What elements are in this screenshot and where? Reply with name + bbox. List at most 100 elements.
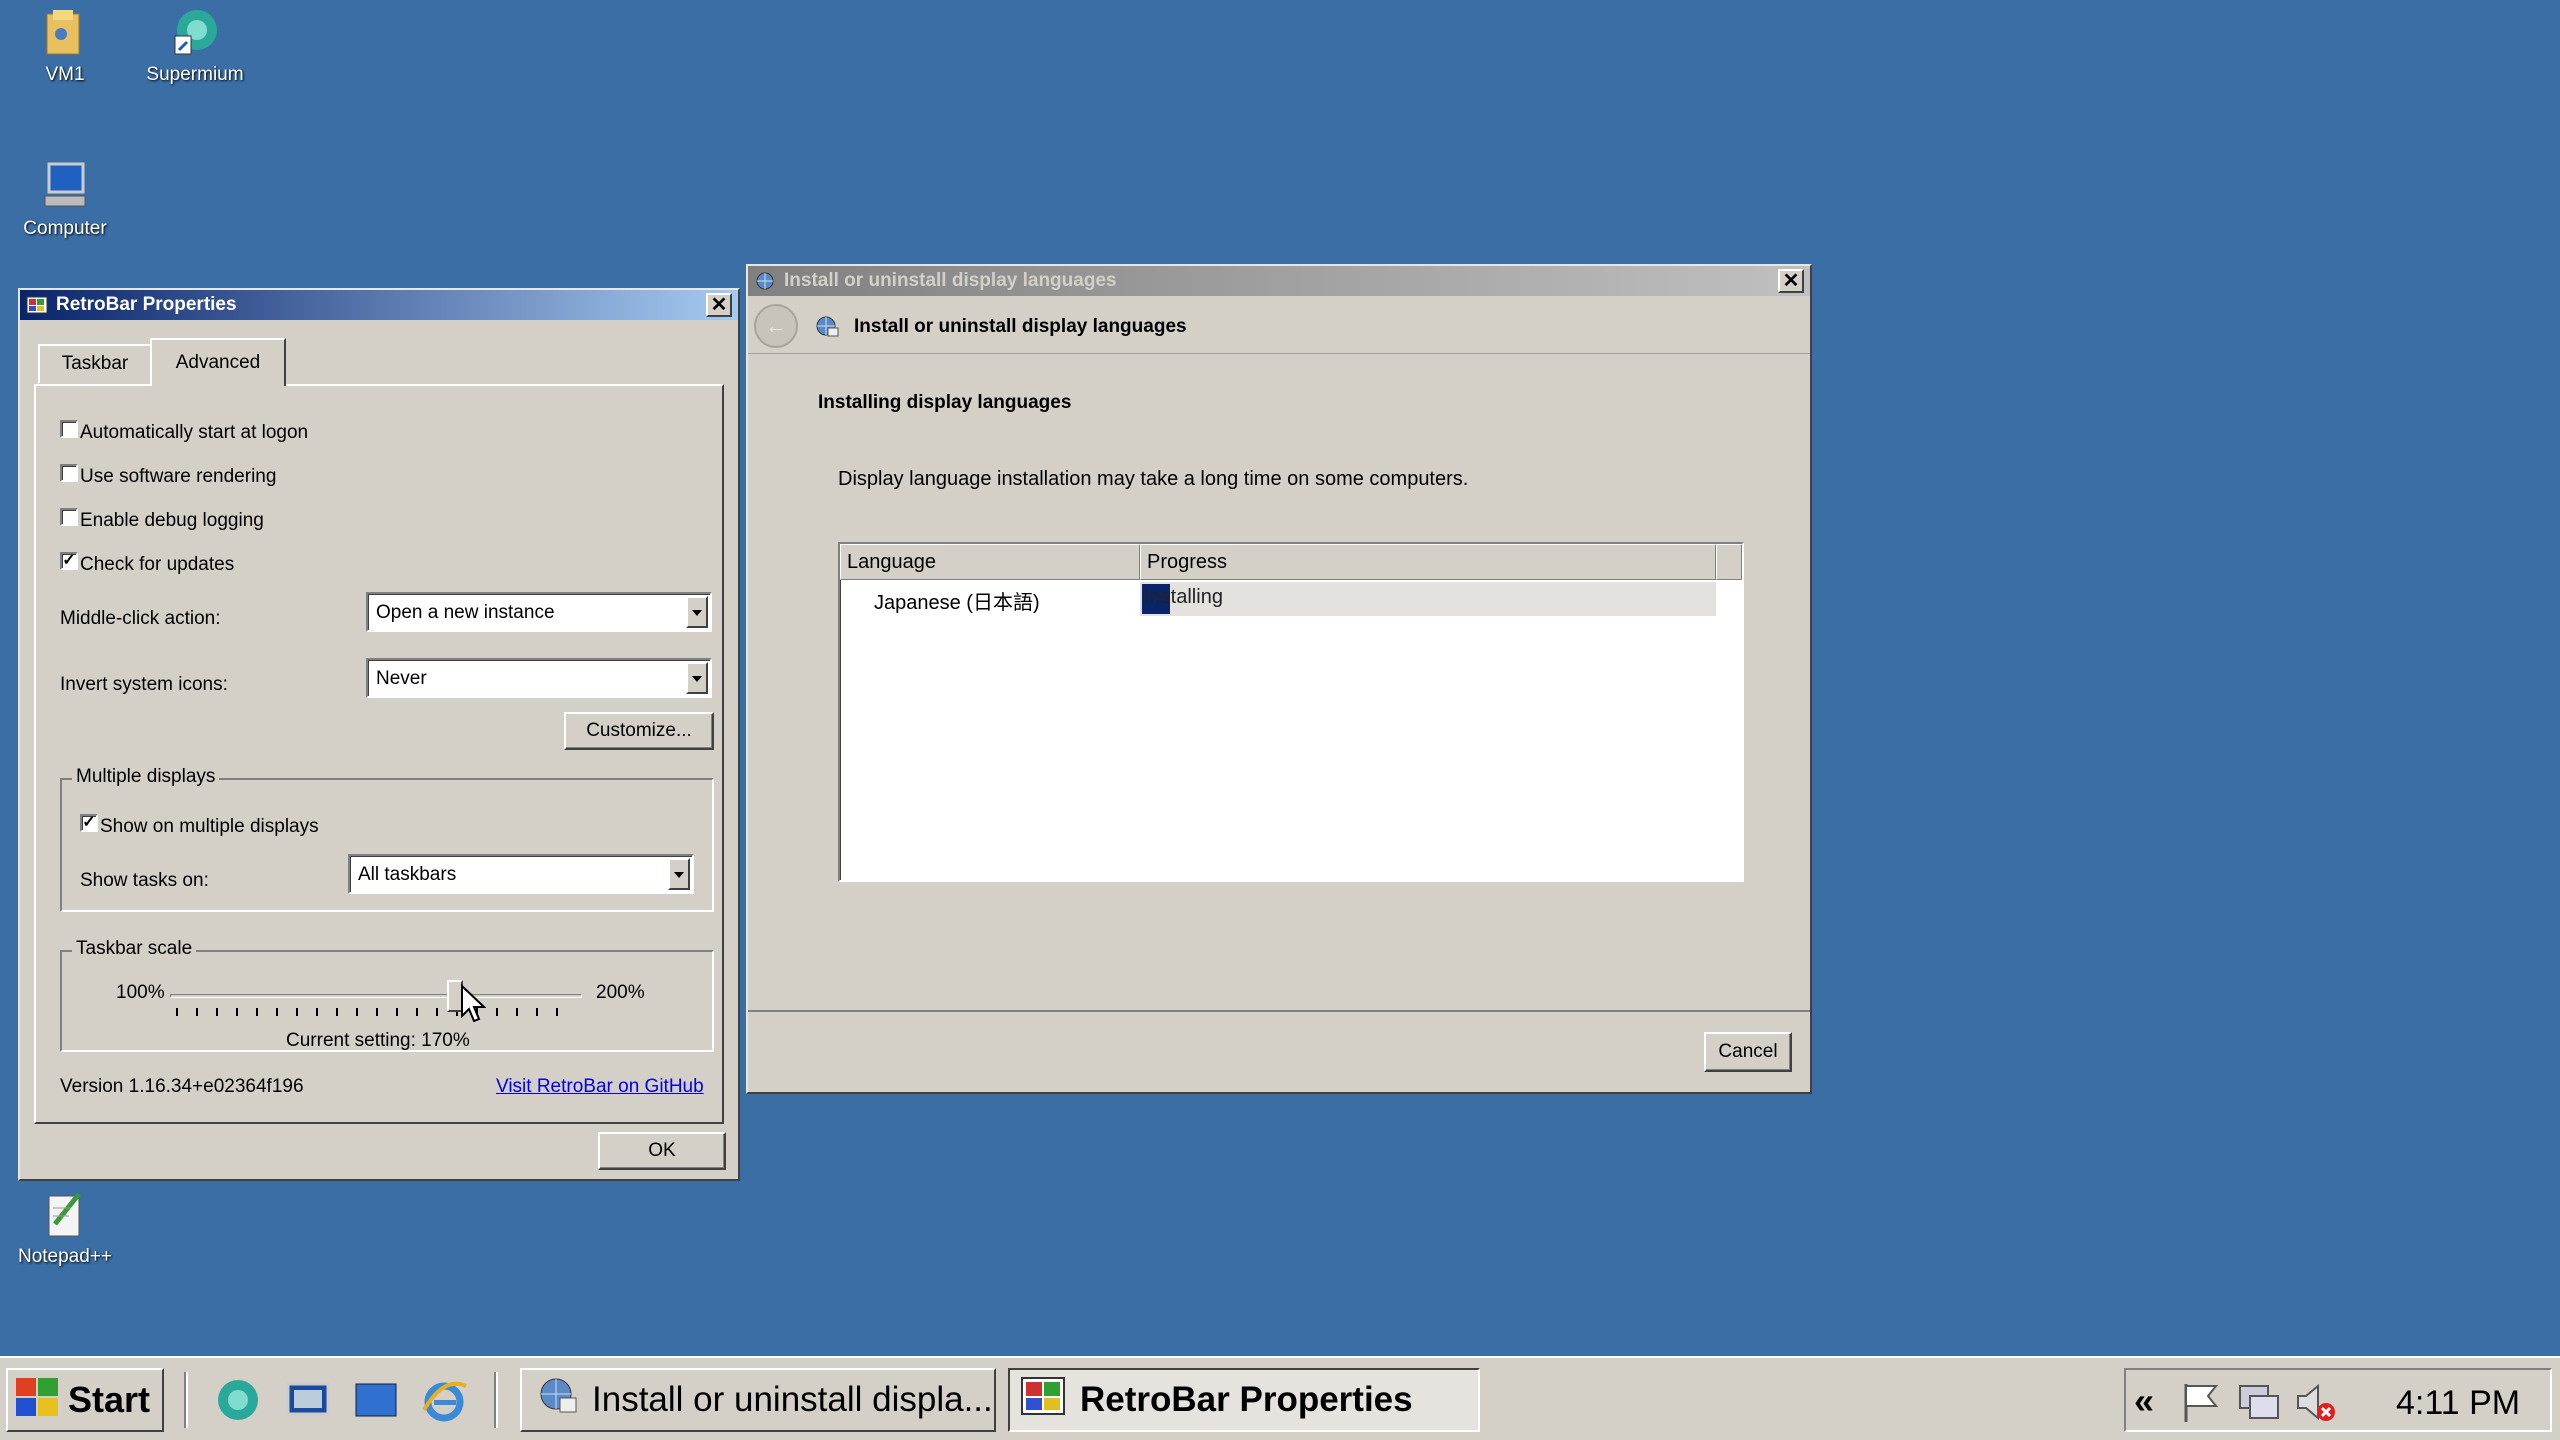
group-title: Taskbar scale [72,938,197,960]
tab-taskbar[interactable]: Taskbar [38,344,152,384]
back-button[interactable]: ← [754,304,798,348]
taskbar-separator [494,1372,498,1428]
invert-icons-select[interactable]: Never [366,658,712,698]
show-multiple-displays-label: Show on multiple displays [100,816,319,837]
retrobar-properties-window: RetroBar Properties ✕ Taskbar Advanced A… [18,288,740,1181]
header-title: Install or uninstall display languages [854,316,1187,337]
desktop-icon-label: Supermium [146,64,244,85]
task-button-languages[interactable]: Install or uninstall displa... [520,1368,996,1432]
scale-min-label: 100% [116,982,165,1003]
internet-explorer-icon [420,1381,468,1429]
language-list[interactable]: Language Progress Japanese (日本語) Install… [838,542,1744,882]
tab-advanced[interactable]: Advanced [150,338,286,386]
progress-text: Installing [1144,586,1223,608]
tab-panel: Automatically start at logon Use softwar… [34,384,724,1124]
table-row[interactable]: Japanese (日本語) Installing [840,582,1716,616]
browser-icon [169,6,221,58]
start-button[interactable]: Start [6,1368,164,1432]
title-bar[interactable]: Install or uninstall display languages ✕ [748,266,1810,296]
close-button[interactable]: ✕ [706,293,732,317]
invert-icons-label: Invert system icons: [60,674,228,695]
language-cell: Japanese (日本語) [874,592,1040,614]
checkmark-icon: ✓ [62,552,76,569]
check-updates-checkbox[interactable]: ✓ [60,552,78,570]
slider-ticks [176,1008,576,1016]
retrobar-icon [26,295,48,315]
ok-button[interactable]: OK [598,1132,726,1170]
autostart-label: Automatically start at logon [80,422,309,443]
taskbar-separator [184,1372,188,1428]
customize-button[interactable]: Customize... [564,712,714,750]
desktop-icon-computer[interactable]: Computer [0,160,130,240]
column-header-language[interactable]: Language [840,544,1140,580]
dialog-header: ← Install or uninstall display languages [748,298,1810,354]
page-description: Display language installation may take a… [838,468,1469,490]
retrobar-icon [1020,1376,1066,1425]
windows-logo-icon [14,1374,62,1427]
column-header-progress[interactable]: Progress [1140,544,1716,580]
task-button-retrobar[interactable]: RetroBar Properties [1008,1368,1480,1432]
system-tray: « 4:11 PM [2124,1368,2552,1432]
middle-click-label: Middle-click action: [60,608,221,629]
window-title: Install or uninstall display languages [784,270,1117,291]
checkmark-icon: ✓ [82,814,96,831]
show-multiple-displays-checkbox[interactable]: ✓ [80,814,98,832]
folder-icon [39,6,91,58]
close-icon: ✕ [710,294,728,316]
close-icon: ✕ [1782,270,1800,292]
notepad-icon [39,1188,91,1240]
tray-expand-button[interactable]: « [2134,1380,2154,1422]
window-switcher-icon [352,1383,400,1429]
software-rendering-checkbox[interactable] [60,464,78,482]
show-tasks-on-label: Show tasks on: [80,870,209,891]
globe-icon [538,1376,578,1425]
slider-track [170,994,582,998]
desktop-icon-notepadpp[interactable]: Notepad++ [0,1188,130,1268]
debug-logging-checkbox[interactable] [60,508,78,526]
list-header: Language Progress [840,544,1742,580]
scale-max-label: 200% [596,982,645,1003]
globe-icon [754,271,776,291]
globe-icon [814,314,840,344]
column-header-filler [1716,544,1742,580]
desktop-icon-supermium[interactable]: Supermium [130,6,260,86]
desktop-icon-label: Computer [23,218,107,239]
check-updates-label: Check for updates [80,554,235,575]
chevron-down-icon[interactable] [686,596,708,628]
quicklaunch-ie[interactable] [420,1376,468,1424]
quicklaunch-supermium[interactable] [214,1376,262,1424]
debug-logging-label: Enable debug logging [80,510,264,531]
browser-icon [214,1380,262,1429]
progress-cell: Installing [1140,582,1716,616]
version-label: Version 1.16.34+e02364f196 [60,1076,304,1097]
desktop-icon-label: Notepad++ [17,1246,113,1267]
software-rendering-label: Use software rendering [80,466,277,487]
show-tasks-on-select[interactable]: All taskbars [348,854,694,894]
desktop-icon-label: VM1 [45,64,85,85]
page-heading: Installing display languages [818,392,1072,413]
network-icon[interactable] [2236,1380,2280,1430]
autostart-checkbox[interactable] [60,420,78,438]
display-languages-window: Install or uninstall display languages ✕… [746,264,1812,1094]
dialog-content: Installing display languages Display lan… [748,356,1810,1012]
scale-slider[interactable] [170,980,582,1020]
chevron-down-icon[interactable] [686,662,708,694]
cancel-button[interactable]: Cancel [1704,1032,1792,1072]
scale-current-label: Current setting: 170% [286,1030,470,1051]
quicklaunch-window-switcher[interactable] [352,1376,400,1424]
taskbar: Start Install or uninstall displa... Ret… [0,1356,2560,1440]
close-button[interactable]: ✕ [1778,269,1804,293]
show-desktop-icon [284,1382,332,1429]
github-link[interactable]: Visit RetroBar on GitHub [496,1076,704,1098]
title-bar[interactable]: RetroBar Properties ✕ [20,290,738,320]
middle-click-select[interactable]: Open a new instance [366,592,712,632]
group-title: Multiple displays [72,766,220,788]
volume-muted-icon[interactable] [2294,1380,2338,1430]
clock[interactable]: 4:11 PM [2396,1384,2520,1423]
desktop-icon-vm1[interactable]: VM1 [0,6,130,86]
chevron-down-icon[interactable] [668,858,690,890]
quicklaunch-desktop[interactable] [284,1376,332,1424]
action-center-flag-icon[interactable] [2178,1380,2222,1430]
back-arrow-icon: ← [765,313,787,338]
mouse-cursor-icon [460,983,487,1030]
